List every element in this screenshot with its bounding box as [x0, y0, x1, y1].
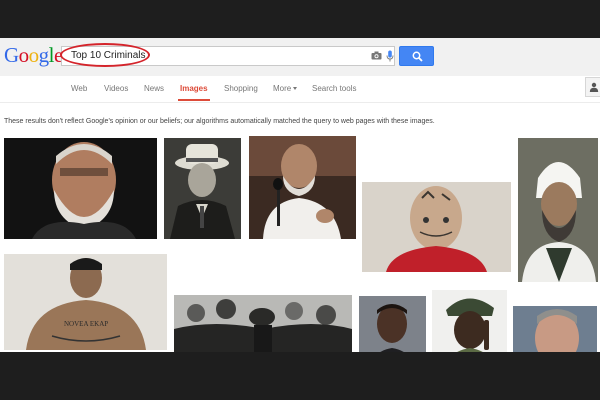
results-disclaimer: These results don't reflect Google's opi…	[4, 118, 435, 125]
search-nav-bar: Web Videos News Images Shopping More Sea…	[0, 76, 600, 103]
result-image-10[interactable]	[513, 306, 597, 352]
logo-letter-o1: o	[18, 43, 30, 67]
result-image-8[interactable]: 4 8 0 9 2 8	[359, 296, 426, 352]
fedora-man-photo-icon	[164, 138, 241, 239]
tab-more[interactable]: More	[273, 84, 298, 93]
search-tools-button[interactable]: Search tools	[312, 84, 356, 93]
result-image-1[interactable]	[4, 138, 157, 239]
screen-top-bezel	[0, 0, 600, 38]
search-icon	[412, 51, 423, 62]
suit-man-photo-icon	[513, 306, 597, 352]
tab-videos[interactable]: Videos	[104, 84, 128, 93]
tab-images[interactable]: Images	[180, 84, 208, 93]
account-button[interactable]	[585, 77, 600, 97]
search-query[interactable]: Top 10 Criminals	[71, 50, 145, 61]
tab-shopping[interactable]: Shopping	[224, 84, 258, 93]
camera-icon[interactable]	[371, 51, 382, 60]
result-image-2[interactable]	[164, 138, 241, 239]
search-button[interactable]	[399, 46, 434, 66]
turban-man-photo-icon	[518, 138, 598, 282]
logo-letter-o2: o	[28, 43, 40, 67]
mugshot-photo-icon: 4 8 0 9 2 8	[359, 296, 426, 352]
tab-news[interactable]: News	[144, 84, 164, 93]
tab-web[interactable]: Web	[71, 84, 87, 93]
shirtless-man-photo-icon: NOVEA EKAP	[4, 254, 167, 350]
tab-more-label: More	[273, 84, 292, 93]
svg-text:NOVEA EKAP: NOVEA EKAP	[64, 320, 108, 328]
logo-letter-g: G	[4, 43, 19, 67]
crowd-photo-icon	[174, 295, 352, 352]
screen-bottom-bezel	[0, 352, 600, 400]
portrait-photo-icon	[4, 138, 157, 239]
result-image-6[interactable]: NOVEA EKAP	[4, 254, 167, 350]
speaker-photo-icon	[249, 136, 356, 239]
search-results-page: Google Top 10 Criminals Web Videos News …	[0, 38, 600, 352]
result-image-3[interactable]	[249, 136, 356, 239]
result-image-7[interactable]	[174, 295, 352, 352]
search-header: Google Top 10 Criminals	[0, 38, 600, 77]
chevron-down-icon	[293, 87, 298, 91]
result-image-5[interactable]	[518, 138, 598, 282]
result-image-9[interactable]	[432, 290, 507, 352]
active-tab-indicator	[178, 99, 210, 101]
beret-man-photo-icon	[432, 290, 507, 352]
user-icon	[589, 82, 599, 92]
microphone-icon[interactable]	[386, 50, 394, 62]
tattooed-man-photo-icon	[362, 182, 511, 272]
result-image-4[interactable]	[362, 182, 511, 272]
google-logo[interactable]: Google	[4, 43, 63, 67]
search-input[interactable]: Top 10 Criminals	[60, 43, 395, 67]
logo-letter-g2: g	[38, 43, 50, 67]
